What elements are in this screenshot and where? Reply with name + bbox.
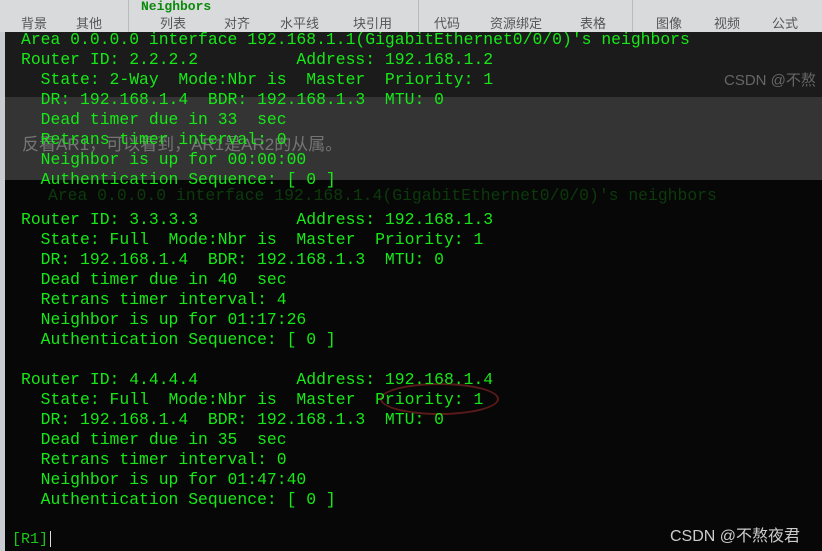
terminal-line: DR: 192.168.1.4 BDR: 192.168.1.3 MTU: 0 (21, 410, 444, 429)
terminal-prompt[interactable]: [R1] (12, 531, 52, 548)
terminal-line: DR: 192.168.1.4 BDR: 192.168.1.3 MTU: 0 (21, 250, 444, 269)
terminal-line: Retrans timer interval: 4 (21, 290, 287, 309)
text-cursor (50, 531, 52, 548)
terminal-line: Authentication Sequence: [ 0 ] (21, 330, 336, 349)
editor-toolbar: 背景 其他 列表 对齐 水平线 块引用 代码 资源绑定 表格 图像 视频 公式 … (0, 0, 822, 32)
terminal-line: Dead timer due in 33 sec (21, 110, 287, 129)
terminal-line: State: 2-Way Mode:Nbr is Master Priority… (21, 70, 494, 89)
terminal-line: Retrans timer interval: 0 (21, 130, 287, 149)
terminal-line: Neighbor is up for 01:17:26 (21, 310, 307, 329)
divider (128, 0, 129, 32)
terminal-line: State: Full Mode:Nbr is Master Priority:… (21, 390, 484, 409)
terminal-line: Router ID: 4.4.4.4 Address: 192.168.1.4 (21, 370, 494, 389)
toolbar-formula[interactable]: 公式 (772, 13, 798, 32)
terminal-line: Router ID: 3.3.3.3 Address: 192.168.1.3 (21, 210, 494, 229)
terminal-line: Neighbor is up for 01:47:40 (21, 470, 307, 489)
terminal-line: Neighbor is up for 00:00:00 (21, 150, 307, 169)
terminal-line: Router ID: 2.2.2.2 Address: 192.168.1.2 (21, 50, 494, 69)
prompt-text: [R1] (12, 531, 49, 548)
terminal-line: Dead timer due in 40 sec (21, 270, 287, 289)
divider (418, 0, 419, 32)
watermark-top: CSDN @不熬 (724, 72, 816, 89)
terminal-line: Area 0.0.0.0 interface 192.168.1.1(Gigab… (21, 30, 690, 49)
terminal-output: Area 0.0.0.0 interface 192.168.1.1(Gigab… (21, 30, 690, 510)
terminal-line: State: Full Mode:Nbr is Master Priority:… (21, 230, 484, 249)
partial-title: Neighbors (141, 0, 212, 14)
terminal-line: Authentication Sequence: [ 0 ] (21, 490, 336, 509)
watermark-bottom: CSDN @不熬夜君 (670, 528, 801, 545)
terminal-line: DR: 192.168.1.4 BDR: 192.168.1.3 MTU: 0 (21, 90, 444, 109)
terminal-line: Authentication Sequence: [ 0 ] (21, 170, 336, 189)
divider (632, 0, 633, 32)
toolbar-video[interactable]: 视频 (714, 13, 740, 32)
terminal-line: Retrans timer interval: 0 (21, 450, 287, 469)
terminal-line: Dead timer due in 35 sec (21, 430, 287, 449)
